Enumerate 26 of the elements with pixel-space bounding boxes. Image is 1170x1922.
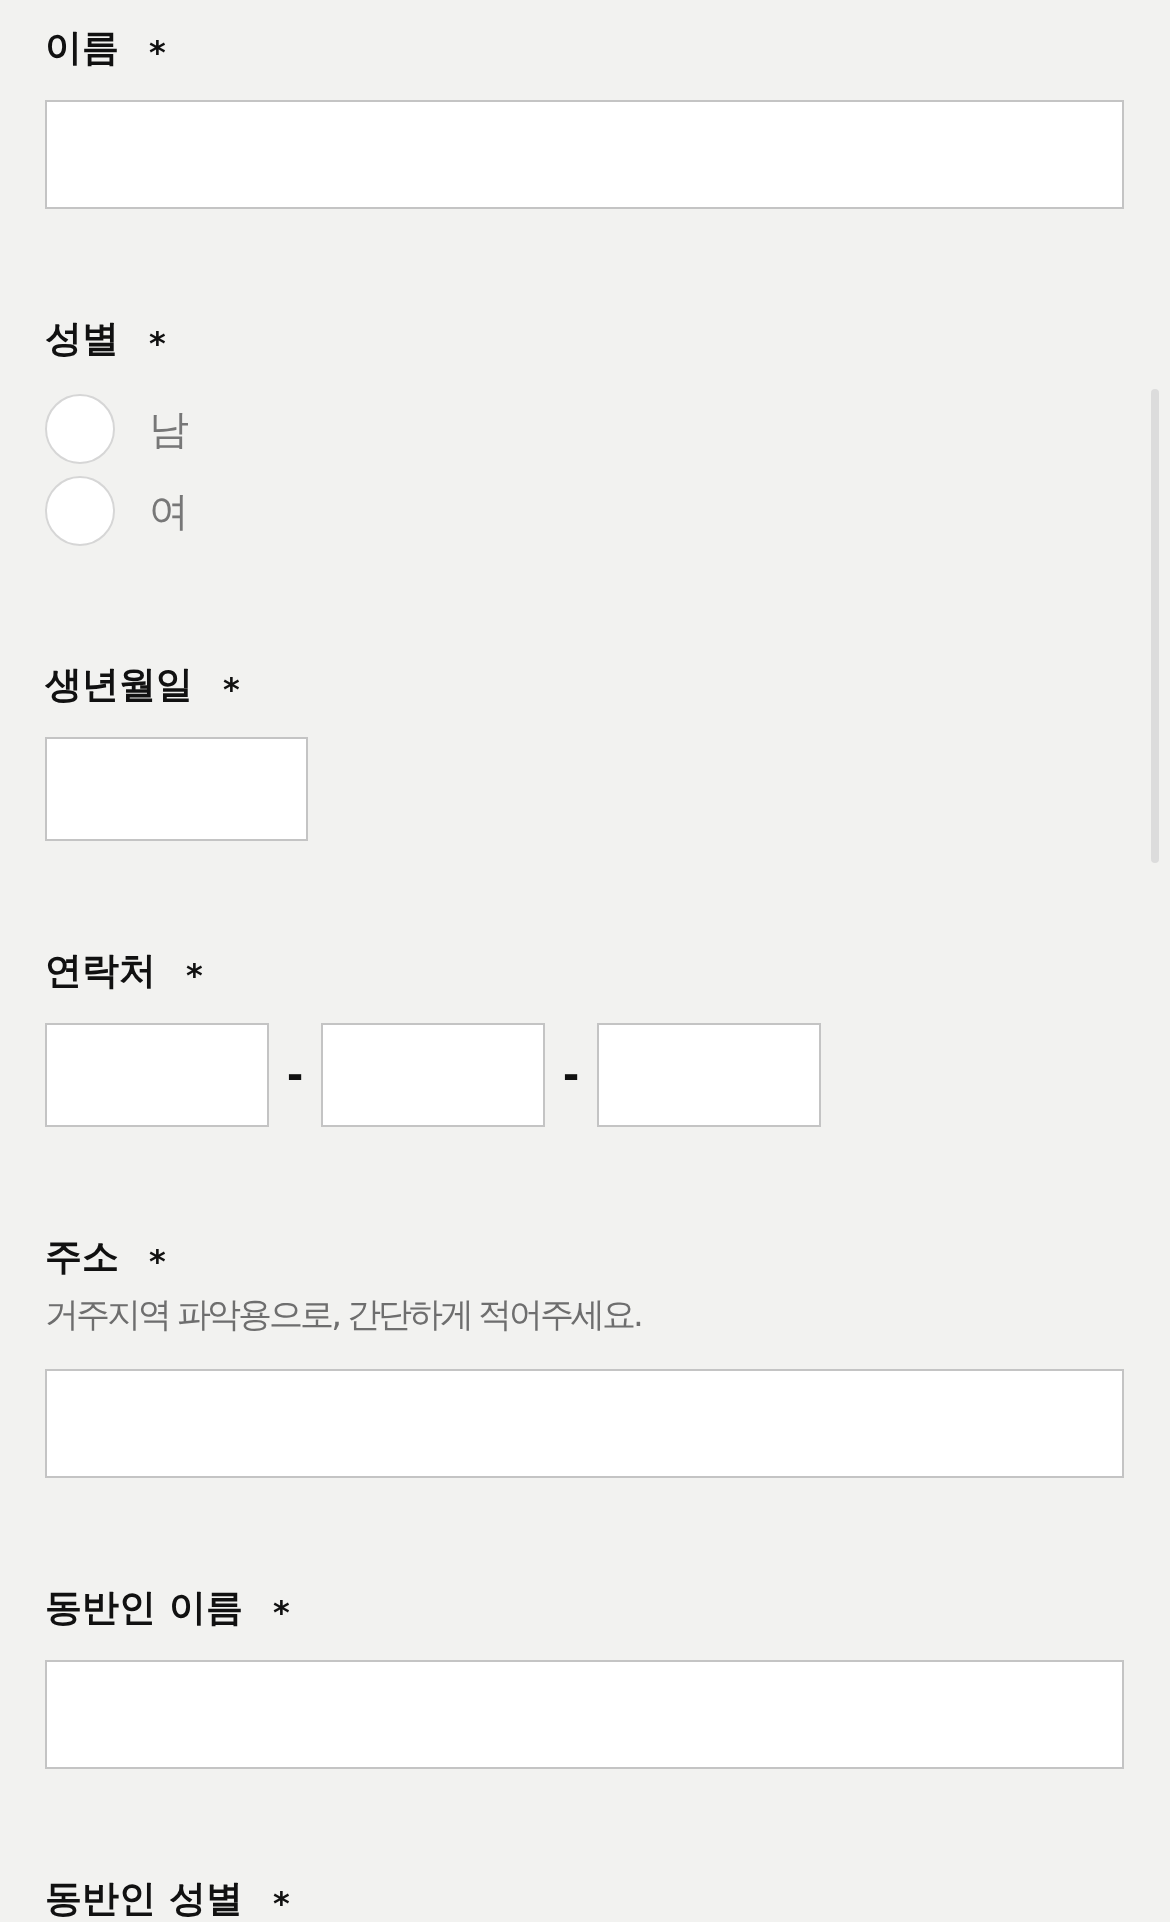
input-field[interactable] (45, 100, 1124, 209)
field-label: 이름 (45, 25, 119, 71)
option-label[interactable]: 남 (149, 405, 189, 453)
option-label[interactable]: 여 (149, 487, 189, 535)
separator-dash: - (561, 1055, 581, 1095)
required-mark: * (186, 963, 203, 987)
required-mark: * (149, 40, 166, 64)
input-field[interactable] (321, 1023, 545, 1127)
field-label: 생년월일 (45, 662, 193, 708)
input-field[interactable] (45, 737, 308, 841)
required-mark: * (272, 1891, 290, 1915)
field-label: 성별 (45, 316, 119, 362)
field-label: 연락처 (45, 948, 156, 994)
required-mark: * (223, 677, 240, 701)
required-mark: * (272, 1600, 290, 1624)
separator-dash: - (285, 1055, 305, 1095)
field-label: 동반인 성별 (45, 1876, 243, 1922)
input-field[interactable] (45, 1023, 269, 1127)
field-label: 주소 (45, 1234, 119, 1280)
required-mark: * (149, 1249, 166, 1273)
input-field[interactable] (45, 1369, 1124, 1478)
required-mark: * (149, 331, 166, 355)
field-label: 동반인 이름 (45, 1585, 243, 1631)
input-field[interactable] (597, 1023, 821, 1127)
hint-text: 거주지역 파악용으로, 간단하게 적어주세요. (45, 1293, 641, 1336)
input-field[interactable] (45, 1660, 1124, 1769)
